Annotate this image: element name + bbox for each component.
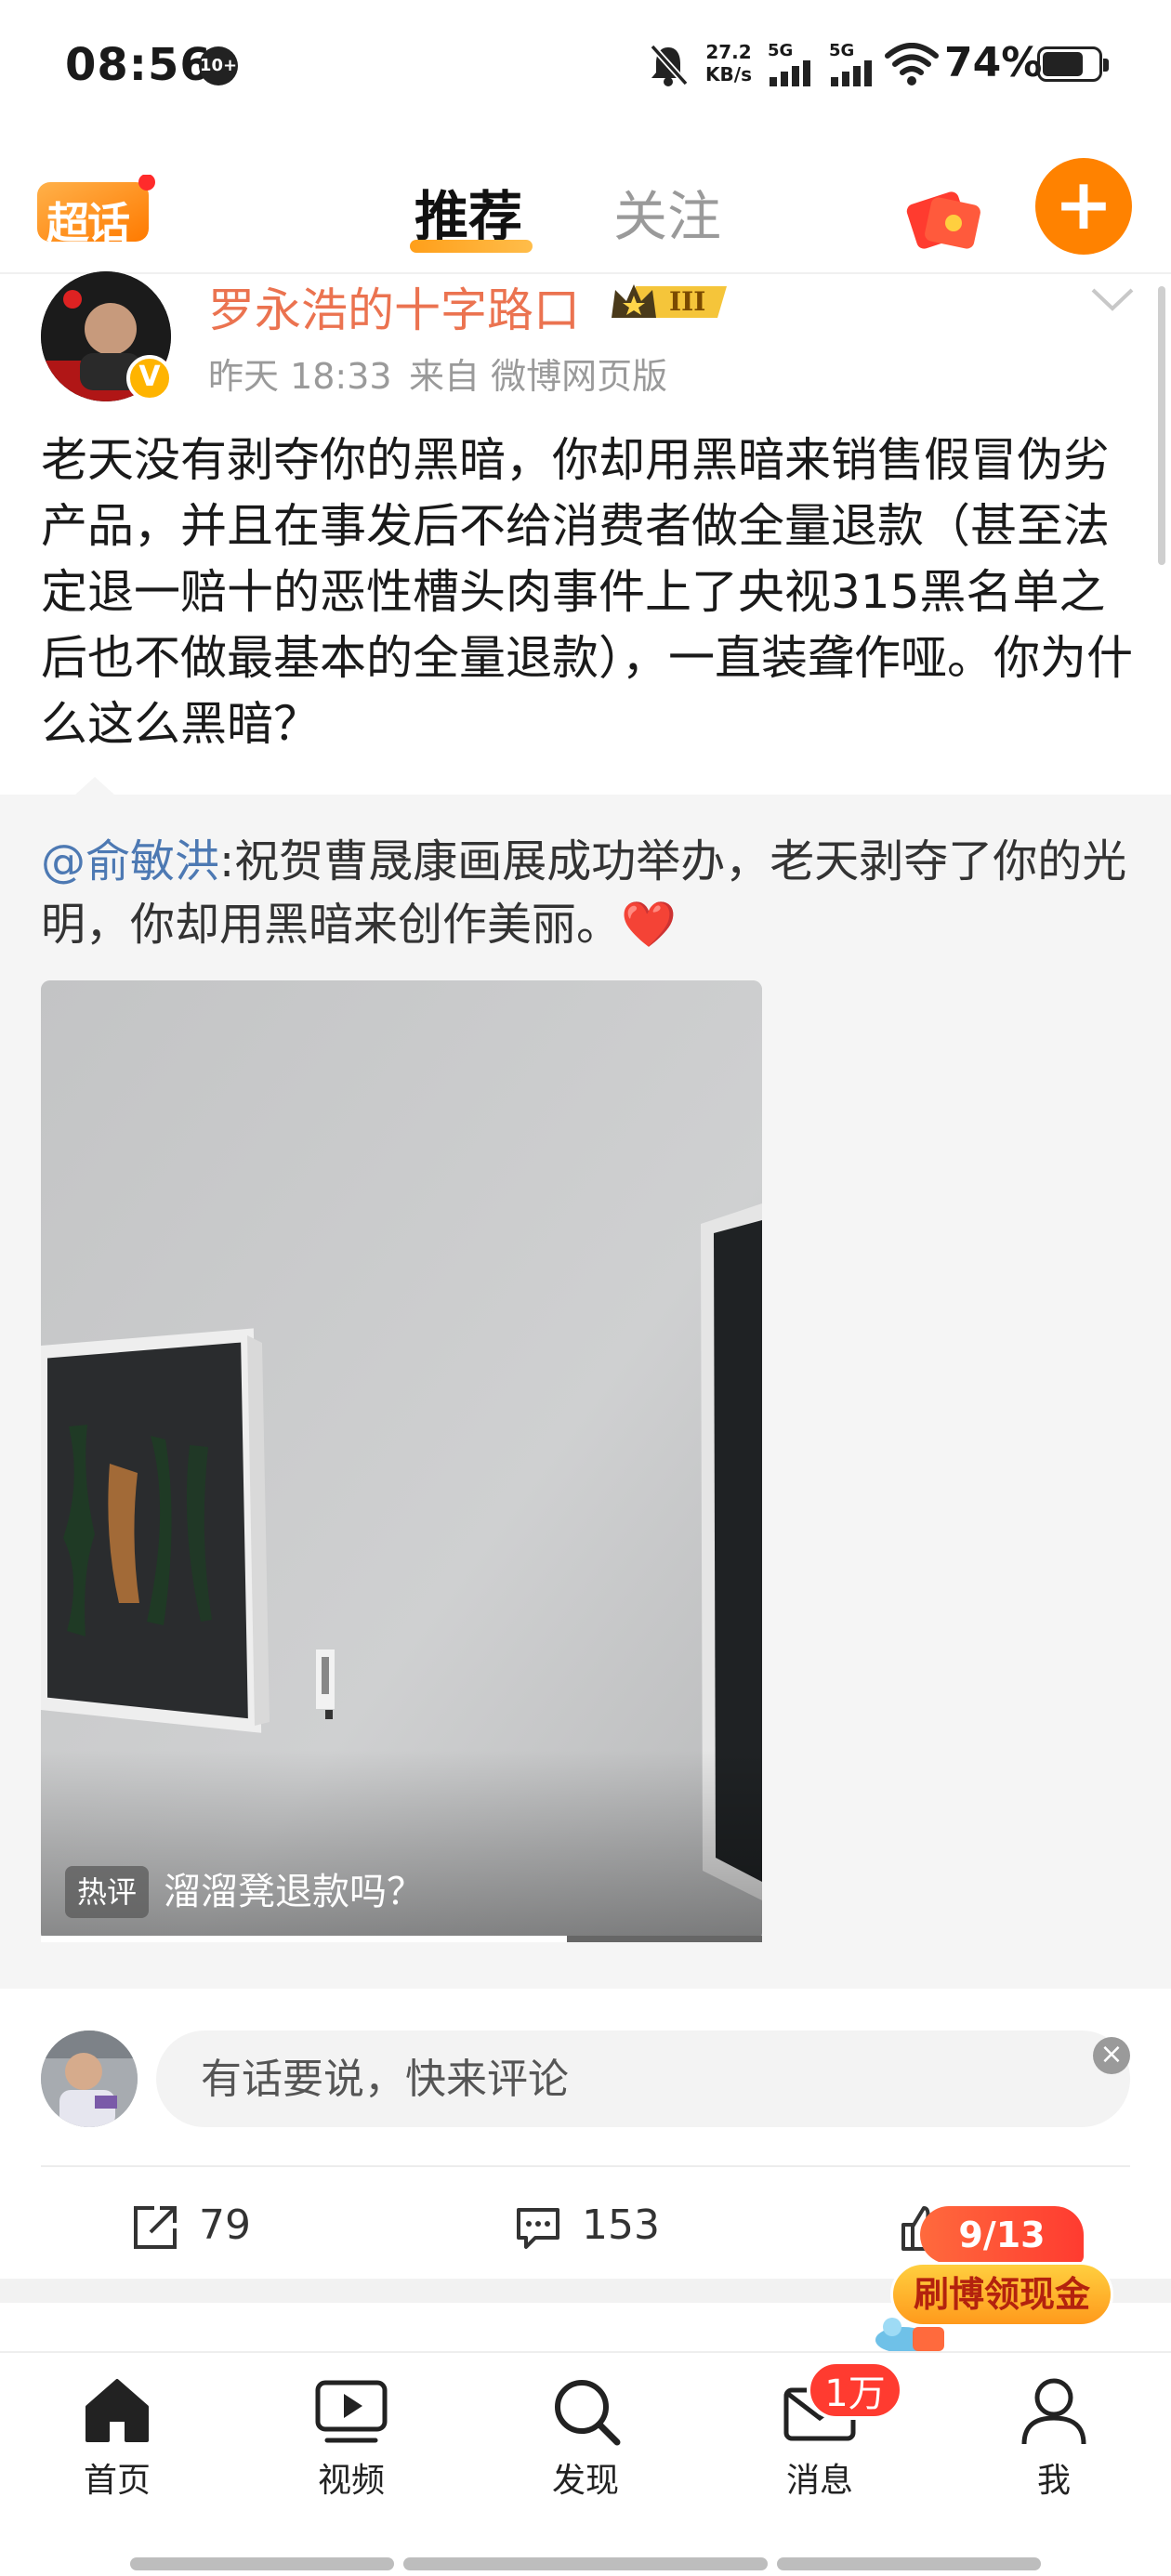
- add-post-button[interactable]: +: [1035, 158, 1132, 255]
- clock: 08:56: [65, 39, 212, 91]
- close-icon[interactable]: ×: [1093, 2037, 1130, 2074]
- nav-home-label: 首页: [83, 2462, 151, 2500]
- user-avatar[interactable]: [41, 2031, 138, 2127]
- mention-link[interactable]: @俞敏洪: [41, 835, 219, 887]
- comment-count: 153: [582, 2201, 660, 2249]
- post-body: 老天没有剥夺你的黑暗，你却用黑暗来销售假冒伪劣产品，并且在事发后不给消费者做全量…: [41, 433, 1133, 751]
- rank-badge: III: [608, 279, 732, 325]
- battery-percent: 74%: [944, 39, 1043, 86]
- chevron-down-icon[interactable]: [1089, 284, 1136, 316]
- repost-button[interactable]: 79: [130, 2193, 251, 2258]
- author-name[interactable]: 罗永浩的十字路口: [208, 273, 580, 340]
- top-navigation: 超话 推荐 关注 +: [0, 139, 1171, 274]
- gesture-bar-left: [130, 2557, 394, 2570]
- comment-button[interactable]: 153: [513, 2193, 660, 2258]
- chaohua-logo-text: 超话: [46, 198, 130, 248]
- user-icon: [1021, 2378, 1086, 2445]
- hot-comment-tag: 热评: [65, 1866, 149, 1918]
- mascot-icon: [875, 2318, 944, 2351]
- repost-body: @俞敏洪:祝贺曹晟康画展成功举办，老天剥夺了你的光明，你却用黑暗来创作美丽。❤️: [41, 830, 1138, 956]
- nav-video-label: 视频: [317, 2462, 385, 2500]
- video-player[interactable]: [41, 980, 762, 1942]
- wifi-icon: [885, 43, 939, 85]
- active-tab-indicator: [410, 240, 533, 253]
- chaohua-logo[interactable]: 超话: [37, 174, 158, 248]
- heart-emoji: ❤️: [621, 899, 677, 951]
- post-source: 来自 微博网页版: [409, 356, 668, 397]
- signal-strength-1: 5G: [768, 41, 833, 87]
- nav-me[interactable]: 我: [980, 2372, 1128, 2502]
- user-avatar-image: [41, 2031, 138, 2127]
- notification-count-badge: 10+: [199, 46, 238, 85]
- network-speed: 27.2 KB/s: [705, 41, 752, 85]
- video-icon: [315, 2380, 388, 2443]
- nav-me-label: 我: [1036, 2462, 1071, 2500]
- nav-discover-label: 发现: [551, 2462, 619, 2500]
- gesture-bar-right: [777, 2557, 1041, 2570]
- status-bar: 08:56 10+ 27.2 KB/s 5G 5G 74%: [0, 0, 1171, 130]
- video-progress-bar[interactable]: [41, 1936, 762, 1942]
- nav-video[interactable]: 视频: [277, 2372, 426, 2502]
- rank-level: III: [669, 286, 706, 317]
- battery-icon: [1037, 46, 1109, 82]
- nav-messages-label: 消息: [785, 2462, 853, 2500]
- video-progress-fill: [41, 1936, 568, 1942]
- verified-badge-icon: V: [126, 355, 173, 401]
- hot-comment-text[interactable]: 溜溜凳退款吗？: [164, 1866, 424, 1918]
- mute-bell-icon: [650, 44, 689, 86]
- post-time: 昨天 18:33: [208, 356, 392, 397]
- nav-home[interactable]: 首页: [43, 2372, 191, 2502]
- gesture-bar-center: [403, 2557, 768, 2570]
- divider: [41, 2165, 1130, 2167]
- signal-bars-icon: [831, 60, 872, 86]
- share-icon: [134, 2206, 177, 2249]
- bottom-navigation: 首页 视频 发现 消息 1万 我: [0, 2351, 1171, 2576]
- comment-input[interactable]: [156, 2031, 1130, 2127]
- scrollbar[interactable]: [1158, 286, 1165, 565]
- search-icon: [555, 2380, 621, 2446]
- tab-follow[interactable]: 关注: [613, 173, 721, 251]
- nav-discover[interactable]: 发现: [511, 2372, 660, 2502]
- video-frame: [41, 980, 762, 1942]
- comment-icon: [517, 2208, 559, 2249]
- promo-progress: 9/13: [920, 2206, 1084, 2264]
- signal-bars-icon: [770, 60, 810, 86]
- repost-count: 79: [199, 2201, 251, 2249]
- message-count-badge: 1万: [807, 2360, 903, 2420]
- red-packet-icon[interactable]: [903, 175, 985, 256]
- home-icon: [86, 2379, 149, 2442]
- repost-pointer: [74, 777, 115, 795]
